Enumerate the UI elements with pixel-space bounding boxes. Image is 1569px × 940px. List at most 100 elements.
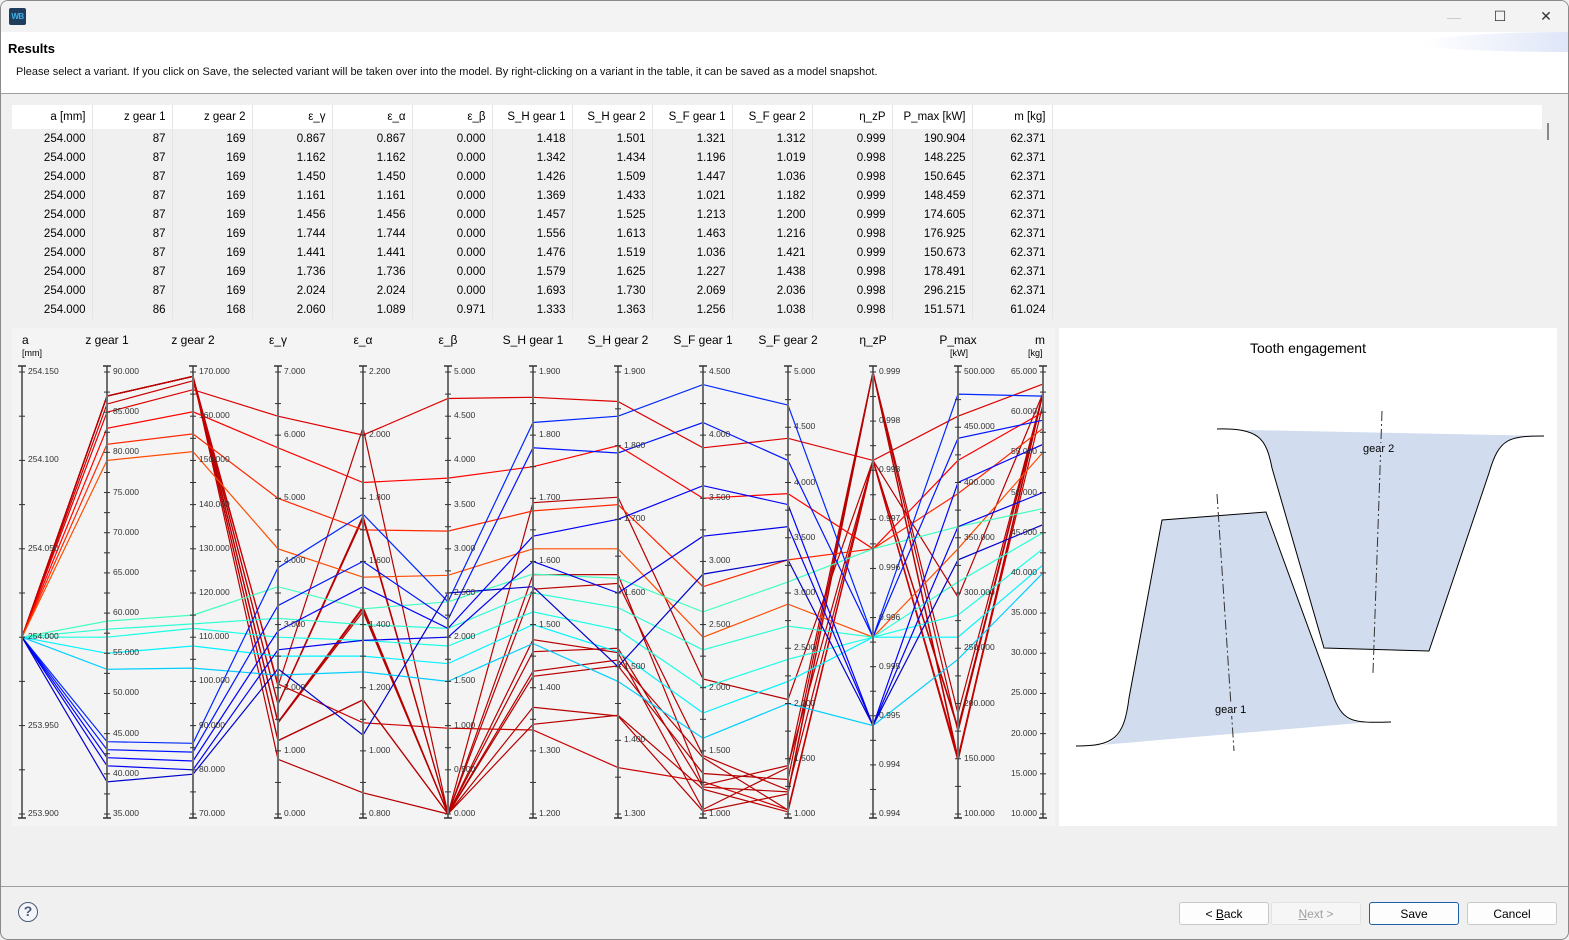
- table-cell-filler: [1051, 300, 1542, 319]
- axis-title: ε_β: [438, 333, 458, 347]
- table-cell: 0.000: [412, 281, 493, 300]
- tick-label: 0.995: [879, 709, 901, 720]
- tick-label: 5.000: [284, 492, 306, 503]
- table-row[interactable]: 254.000 87 169 0.867 0.867 0.000 1.418 1.501 1.3…: [12, 129, 1542, 148]
- table-row[interactable]: 254.000 87 169 2.024 2.024 0.000 1.693 1.730 2.0…: [12, 281, 1542, 300]
- tick-label: 75.000: [113, 486, 139, 497]
- maximize-button[interactable]: ☐: [1477, 1, 1523, 32]
- back-button[interactable]: < Back: [1179, 902, 1269, 925]
- tick-label: 15.000: [1011, 767, 1037, 778]
- table-cell: 254.000: [12, 205, 93, 224]
- table-row[interactable]: 254.000 87 169 1.441 1.441 0.000 1.476 1.519 1.0…: [12, 243, 1542, 262]
- column-header[interactable]: P_max [kW]: [892, 105, 973, 129]
- table-cell: 151.571: [892, 300, 973, 319]
- table-cell: 1.501: [572, 129, 653, 148]
- close-button[interactable]: ✕: [1523, 1, 1568, 32]
- table-cell: 62.371: [972, 205, 1053, 224]
- column-header[interactable]: S_F gear 2: [732, 105, 813, 129]
- table-cell: 150.645: [892, 167, 973, 186]
- tick-label: 60.000: [113, 607, 139, 618]
- table-cell-filler: [1051, 224, 1542, 243]
- table-row[interactable]: 254.000 87 169 1.162 1.162 0.000 1.342 1.434 1.1…: [12, 148, 1542, 167]
- tick-label: 0.999: [879, 366, 901, 376]
- axis-title: S_F gear 1: [673, 333, 733, 347]
- footer-divider: [1, 886, 1568, 887]
- minimize-button[interactable]: —: [1431, 1, 1477, 32]
- page-title: Results: [8, 41, 55, 56]
- table-cell: 61.024: [972, 300, 1053, 319]
- column-header[interactable]: ε_γ: [252, 105, 333, 129]
- table-cell-filler: [1051, 262, 1542, 281]
- table-cell: 1.433: [572, 186, 653, 205]
- column-header[interactable]: ε_β: [412, 105, 493, 129]
- tick-label: 1.400: [369, 618, 391, 629]
- axis-unit: [kg]: [1028, 348, 1043, 358]
- table-row[interactable]: 254.000 87 169 1.161 1.161 0.000 1.369 1.433 1.0…: [12, 186, 1542, 205]
- tick-label: 4.000: [284, 555, 306, 566]
- table-cell: 87: [92, 281, 173, 300]
- save-button[interactable]: Save: [1369, 902, 1459, 925]
- column-header[interactable]: m [kg]: [972, 105, 1053, 129]
- tick-label: 150.000: [964, 752, 995, 763]
- tooth-engagement-panel: Tooth engagement gear 2 gear 1: [1059, 328, 1557, 826]
- table-cell: 87: [92, 243, 173, 262]
- tick-label: 6.000: [284, 429, 306, 440]
- tick-label: 350.000: [964, 531, 995, 542]
- tick-label: 1.500: [794, 752, 816, 763]
- page-description: Please select a variant. If you click on…: [16, 66, 878, 78]
- table-cell: 86: [92, 300, 173, 319]
- tick-label: 0.998: [879, 464, 901, 475]
- tick-label: 0.995: [879, 660, 901, 671]
- table-cell: 2.069: [652, 281, 733, 300]
- tick-label: 1.500: [539, 618, 561, 629]
- help-icon[interactable]: ?: [18, 902, 38, 922]
- table-row[interactable]: 254.000 86 168 2.060 1.089 0.971 1.333 1.363 1.2…: [12, 300, 1542, 319]
- tick-label: 0.000: [454, 808, 476, 818]
- tick-label: 2.000: [794, 697, 816, 708]
- table-row[interactable]: 254.000 87 169 1.456 1.456 0.000 1.457 1.525 1.2…: [12, 205, 1542, 224]
- table-cell: 2.060: [252, 300, 333, 319]
- tick-label: 3.000: [284, 618, 306, 629]
- axis-title: η_zP: [859, 333, 887, 347]
- table-row[interactable]: 254.000 87 169 1.450 1.450 0.000 1.426 1.509 1.4…: [12, 167, 1542, 186]
- tick-label: 1.900: [624, 366, 646, 376]
- cancel-button[interactable]: Cancel: [1467, 902, 1557, 925]
- table-cell: 1.162: [332, 148, 413, 167]
- table-cell: 1.434: [572, 148, 653, 167]
- tick-label: 1.500: [624, 660, 646, 671]
- column-header[interactable]: S_F gear 1: [652, 105, 733, 129]
- axis-title: P_max: [939, 333, 977, 347]
- table-cell-filler: [1051, 186, 1542, 205]
- table-cell: 254.000: [12, 186, 93, 205]
- column-header[interactable]: S_H gear 1: [492, 105, 573, 129]
- table-cell-filler: [1051, 148, 1542, 167]
- tick-label: 2.000: [369, 429, 391, 440]
- column-header[interactable]: S_H gear 2: [572, 105, 653, 129]
- tick-label: 80.000: [113, 446, 139, 457]
- tick-label: 253.950: [28, 719, 59, 730]
- table-row[interactable]: 254.000 87 169 1.744 1.744 0.000 1.556 1.613 1.4…: [12, 224, 1542, 243]
- table-cell: 1.625: [572, 262, 653, 281]
- tick-label: 3.500: [794, 531, 816, 542]
- table-cell: 1.418: [492, 129, 573, 148]
- column-header[interactable]: a [mm]: [12, 105, 93, 129]
- table-cell: 1.036: [732, 167, 813, 186]
- table-cell: 1.693: [492, 281, 573, 300]
- table-row[interactable]: 254.000 87 169 1.736 1.736 0.000 1.579 1.625 1.2…: [12, 262, 1542, 281]
- column-header[interactable]: z gear 1: [92, 105, 173, 129]
- table-cell: 1.196: [652, 148, 733, 167]
- table-cell: 254.000: [12, 129, 93, 148]
- tick-label: 0.996: [879, 562, 901, 573]
- variants-table[interactable]: a [mm] z gear 1z gear 2 ε_γ ε_α ε_β S_H gear …: [12, 105, 1542, 323]
- tick-label: 1.000: [794, 808, 816, 818]
- table-cell: 296.215: [892, 281, 973, 300]
- tick-label: 50.000: [1011, 486, 1037, 497]
- column-header[interactable]: z gear 2: [172, 105, 253, 129]
- table-cell: 1.447: [652, 167, 733, 186]
- tick-label: 1.600: [369, 555, 391, 566]
- column-header[interactable]: η_zP: [812, 105, 893, 129]
- table-cell: 1.519: [572, 243, 653, 262]
- column-header[interactable]: ε_α: [332, 105, 413, 129]
- table-cell: 2.024: [332, 281, 413, 300]
- table-scrollbar-thumb[interactable]: [1547, 123, 1549, 140]
